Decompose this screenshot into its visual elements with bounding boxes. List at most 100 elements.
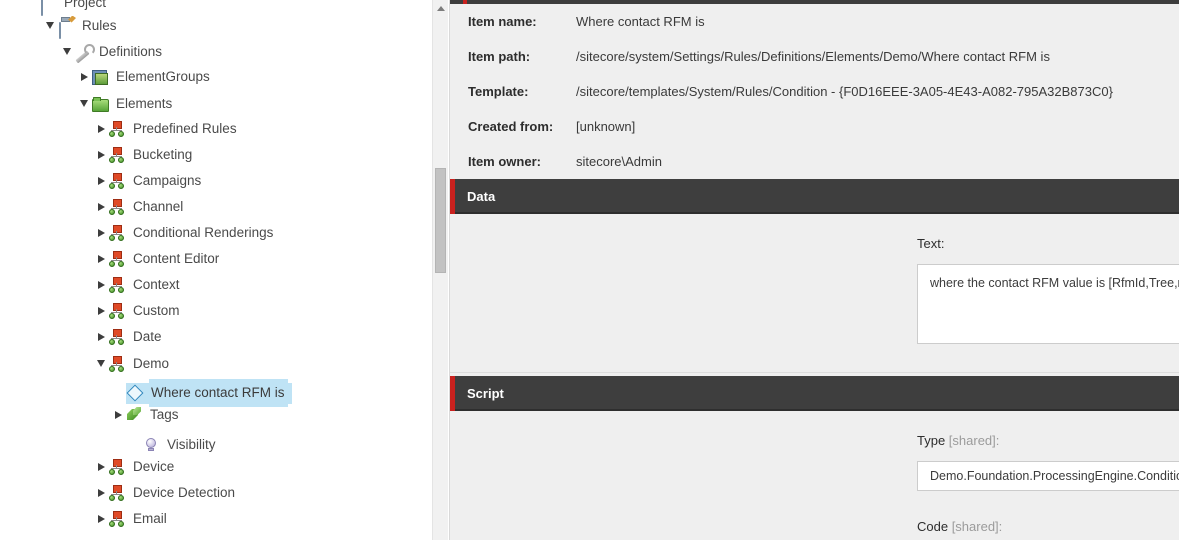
tree-item-label: Rules (82, 17, 117, 33)
collapse-toggle-icon[interactable] (93, 351, 109, 377)
expand-toggle-icon[interactable] (93, 272, 109, 298)
section-title-script: Script (467, 386, 504, 401)
expand-toggle-icon[interactable] (93, 506, 109, 532)
tags-icon (126, 407, 142, 423)
quick-info-value: [unknown] (576, 119, 636, 134)
content-tree-panel[interactable]: Project Rules Definitions ElementGroups Elem… (0, 0, 432, 540)
type-field-input[interactable]: Demo.Foundation.ProcessingEngine.Conditi… (917, 461, 1179, 491)
expand-toggle-icon[interactable] (93, 194, 109, 220)
expand-toggle-icon[interactable] (93, 454, 109, 480)
ruleset-icon (109, 251, 125, 267)
tree-item-context[interactable]: Context (0, 272, 432, 298)
quick-info-row: Item owner: sitecore\Admin (450, 144, 1179, 179)
tree-item-content[interactable]: Elements (92, 90, 175, 118)
tree-item-content[interactable]: Tags (126, 401, 182, 429)
tree-item-device-detection[interactable]: Device Detection (0, 480, 432, 506)
collapse-toggle-icon[interactable] (42, 13, 58, 39)
section-header-data[interactable]: Data (450, 179, 1179, 214)
project-icon (40, 0, 56, 16)
section-header-script[interactable]: Script (450, 376, 1179, 411)
tree-item-content[interactable]: Predefined Rules (109, 115, 240, 143)
ruleset-icon (109, 485, 125, 501)
collapse-toggle-icon[interactable] (76, 91, 92, 117)
section-accent (450, 179, 455, 214)
tree-item-channel[interactable]: Channel (0, 194, 432, 220)
wrench-icon (75, 44, 91, 60)
ruleset-icon (109, 277, 125, 293)
quick-info-value: /sitecore/templates/System/Rules/Conditi… (576, 84, 1113, 99)
content-editor-window: Project Rules Definitions ElementGroups Elem… (0, 0, 1179, 540)
tree-item-project[interactable]: Project (0, 0, 432, 16)
tree-item-content[interactable]: Content Editor (109, 245, 222, 273)
quick-info-row: Created from: [unknown] (450, 109, 1179, 144)
tree-item-content[interactable]: Channel (109, 193, 186, 221)
tree-item-content[interactable]: Email (109, 505, 170, 533)
quick-info-row: Template: /sitecore/templates/System/Rule… (450, 74, 1179, 109)
tree-item-device[interactable]: Device (0, 454, 432, 480)
expand-toggle-icon[interactable] (110, 402, 126, 428)
tree-item-elementgroups[interactable]: ElementGroups (0, 64, 432, 90)
tree-item-content[interactable]: Conditional Renderings (109, 219, 276, 247)
tree-item-label: Bucketing (133, 147, 193, 162)
type-shared-tag: [shared]: (945, 433, 1000, 448)
tree-item-where-contact-rfm-is[interactable]: Where contact RFM is (0, 376, 432, 407)
tree-vertical-scrollbar[interactable] (432, 0, 448, 540)
expand-toggle-icon[interactable] (93, 168, 109, 194)
tree-item-content[interactable]: ElementGroups (92, 63, 213, 91)
expand-toggle-icon[interactable] (93, 480, 109, 506)
ruleset-icon (109, 355, 125, 372)
scroll-up-arrow-icon[interactable] (433, 0, 448, 17)
ruleset-icon (109, 173, 125, 189)
tree-item-demo[interactable]: Demo (0, 350, 432, 376)
diamond-icon (127, 385, 143, 401)
text-field-input[interactable]: where the contact RFM value is [RfmId,Tr… (917, 264, 1179, 344)
tree-item-content[interactable]: Rules (58, 12, 120, 40)
tree-item-label: Conditional Renderings (133, 225, 274, 240)
tree-item-content[interactable]: Demo (109, 350, 172, 378)
quick-info-label: Template: (468, 84, 529, 99)
tree-item-label: Definitions (99, 43, 163, 59)
expand-toggle-icon[interactable] (93, 116, 109, 142)
tree-item-content[interactable]: Custom (109, 297, 183, 325)
expand-toggle-icon[interactable] (93, 246, 109, 272)
tree-item-label: Context (133, 277, 180, 292)
expand-toggle-icon[interactable] (93, 220, 109, 246)
section-accent (450, 376, 455, 411)
tree-item-content-editor[interactable]: Content Editor (0, 246, 432, 272)
ruleset-icon (109, 225, 125, 241)
expand-toggle-icon[interactable] (76, 64, 92, 90)
tree-item-definitions[interactable]: Definitions (0, 38, 432, 64)
tree-item-label: Tags (150, 407, 179, 422)
tree-item-predefined-rules[interactable]: Predefined Rules (0, 116, 432, 142)
tree-item-campaigns[interactable]: Campaigns (0, 168, 432, 194)
expand-toggle-icon[interactable] (93, 298, 109, 324)
tree-item-tags[interactable]: Tags (0, 402, 432, 428)
ruleset-icon (109, 459, 125, 475)
collapse-toggle-icon[interactable] (59, 39, 75, 65)
tree-item-date[interactable]: Date (0, 324, 432, 350)
tree-item-content[interactable]: Bucketing (109, 141, 195, 169)
expand-toggle-icon[interactable] (93, 324, 109, 350)
quick-info-section: Item name: Where contact RFM is Item path:… (450, 4, 1179, 179)
tree-item-email[interactable]: Email (0, 506, 432, 532)
expand-toggle-icon[interactable] (93, 142, 109, 168)
tree-item-content[interactable]: Context (109, 271, 183, 299)
tree-item-custom[interactable]: Custom (0, 298, 432, 324)
tree-item-conditional-renderings[interactable]: Conditional Renderings (0, 220, 432, 246)
quick-info-label: Created from: (468, 119, 554, 134)
tree-item-bucketing[interactable]: Bucketing (0, 142, 432, 168)
tree-item-content[interactable]: Definitions (75, 38, 165, 66)
code-field-label: Code [shared]: (917, 519, 1002, 534)
tree-item-content[interactable]: Campaigns (109, 167, 204, 195)
tree-item-visibility[interactable]: Visibility (0, 428, 432, 454)
tree-item-content[interactable]: Device (109, 453, 177, 481)
tree-item-content[interactable]: Device Detection (109, 479, 238, 507)
group-icon (92, 69, 108, 85)
tree-item-elements[interactable]: Elements (0, 90, 432, 116)
section-title-data: Data (467, 189, 496, 204)
ruleset-icon (109, 511, 125, 527)
tree-item-content[interactable]: Date (109, 323, 165, 351)
scrollbar-thumb[interactable] (435, 168, 446, 273)
tree-item-rules[interactable]: Rules (0, 12, 432, 40)
ruleset-icon (109, 329, 125, 345)
